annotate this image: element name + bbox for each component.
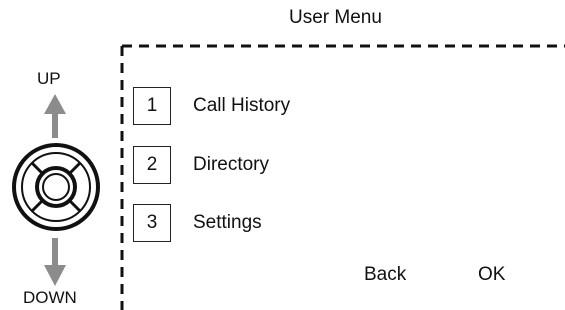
back-softkey[interactable]: Back <box>364 264 406 286</box>
down-label: DOWN <box>23 288 77 307</box>
up-arrow-icon[interactable] <box>40 92 70 140</box>
menu-item-label: Settings <box>193 212 262 233</box>
up-label: UP <box>37 69 61 88</box>
menu-item-directory[interactable]: 2 Directory <box>133 146 353 186</box>
menu-title: User Menu <box>289 7 382 28</box>
ok-softkey[interactable]: OK <box>478 264 505 286</box>
menu-item-number: 2 <box>133 146 171 184</box>
menu-item-number: 3 <box>133 204 171 242</box>
menu-item-settings[interactable]: 3 Settings <box>133 204 353 244</box>
navigation-pad-icon[interactable] <box>8 139 104 235</box>
menu-item-label: Directory <box>193 154 270 175</box>
menu-item-call-history[interactable]: 1 Call History <box>133 87 353 127</box>
menu-item-label: Call History <box>193 95 291 116</box>
down-arrow-icon[interactable] <box>40 236 70 288</box>
menu-item-number: 1 <box>133 87 171 125</box>
